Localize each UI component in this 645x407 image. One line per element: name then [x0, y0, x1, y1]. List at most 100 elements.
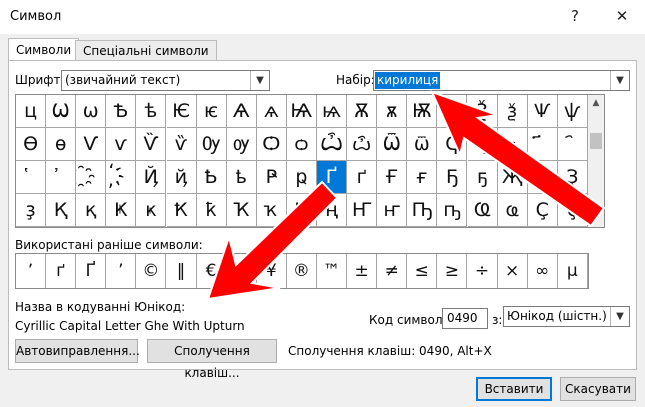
symbol-cell[interactable]: ѯ: [497, 95, 528, 128]
symbol-cell[interactable]: ѽ: [347, 128, 378, 161]
symbol-cell[interactable]: ѭ: [437, 95, 468, 128]
scroll-up-icon[interactable]: ▲: [588, 95, 604, 111]
symbol-cell[interactable]: ѵ: [106, 128, 137, 161]
symbol-cell[interactable]: ѧ: [256, 95, 287, 128]
shortcut-key-button[interactable]: Сполучення клавіш...: [147, 339, 277, 380]
tab-symbols[interactable]: Символи: [8, 38, 80, 62]
recent-symbol[interactable]: Ґ: [76, 254, 107, 288]
symbol-cell[interactable]: ҉: [106, 161, 137, 194]
symbol-cell[interactable]: ғ: [407, 161, 438, 194]
symbol-cell[interactable]: Ѣ: [106, 95, 137, 128]
symbol-cell[interactable]: Җ: [497, 161, 528, 194]
recent-symbol[interactable]: ±: [347, 254, 378, 288]
recent-symbol[interactable]: ’: [106, 254, 137, 288]
symbol-cell[interactable]: Ҁ: [437, 128, 468, 161]
symbol-cell[interactable]: ѣ: [136, 95, 167, 128]
insert-button[interactable]: Вставити: [476, 377, 552, 401]
recent-symbol[interactable]: ©: [136, 254, 167, 288]
symbol-cell[interactable]: ѩ: [317, 95, 348, 128]
subset-select[interactable]: кирилиця ▼: [373, 70, 630, 91]
symbol-cell[interactable]: Ѥ: [166, 95, 197, 128]
symbol-cell[interactable]: Ҫ: [527, 194, 558, 227]
chevron-down-icon[interactable]: ▼: [610, 307, 629, 326]
recent-symbol[interactable]: ÷: [468, 254, 498, 288]
symbol-cell[interactable]: Ѭ: [407, 95, 438, 128]
symbol-cell[interactable]: ҝ: [136, 194, 167, 227]
symbol-cell[interactable]: ҁ: [467, 128, 498, 161]
symbol-cell[interactable]: ҋ: [166, 161, 197, 194]
symbol-cell[interactable]: Ҍ: [196, 161, 227, 194]
symbol-cell[interactable]: Ҡ: [226, 194, 257, 227]
recent-symbol[interactable]: ™: [317, 254, 347, 288]
symbol-cell[interactable]: ҫ: [557, 194, 588, 227]
symbol-cell[interactable]: Ѵ: [76, 128, 107, 161]
symbol-cell[interactable]: ѹ: [226, 128, 257, 161]
symbol-cell[interactable]: Ҟ: [166, 194, 197, 227]
recent-symbol[interactable]: £: [227, 254, 257, 288]
recent-symbol[interactable]: ґ: [46, 254, 77, 288]
recent-symbol[interactable]: ʼ: [16, 254, 46, 288]
symbol-cell[interactable]: ҟ: [196, 194, 227, 227]
symbol-cell[interactable]: ҍ: [226, 161, 257, 194]
symbol-cell[interactable]: Ң: [286, 194, 317, 227]
symbol-grid[interactable]: цѠѡѢѣѤѥѦѧѨѩѪѫѬѭѮѯѰѱ ѲѳѴѵѶѷѸѹѺѻѼѽѾѿҀҁ҂҃҄҅҆…: [15, 94, 589, 228]
symbol-cell[interactable]: ҂: [497, 128, 528, 161]
help-button[interactable]: ?: [560, 4, 590, 28]
symbol-cell[interactable]: ґ: [347, 161, 378, 194]
recent-symbol[interactable]: ×: [498, 254, 528, 288]
recent-symbol[interactable]: ¥: [257, 254, 287, 288]
symbol-cell[interactable]: Ҩ: [467, 194, 498, 227]
autocorrect-button[interactable]: Автовиправлення...: [15, 339, 140, 363]
symbol-cell[interactable]: ѳ: [46, 128, 77, 161]
chevron-down-icon[interactable]: ▼: [610, 71, 629, 90]
symbol-cell[interactable]: Ҙ: [557, 161, 588, 194]
symbol-cell[interactable]: ҅: [16, 161, 47, 194]
symbol-cell[interactable]: Ѱ: [527, 95, 558, 128]
symbol-cell[interactable]: Қ: [46, 194, 77, 227]
grid-scrollbar[interactable]: ▲: [588, 94, 605, 228]
symbol-cell[interactable]: ҥ: [377, 194, 408, 227]
from-select[interactable]: Юнікод (шістн.) ▼: [503, 306, 630, 327]
close-button[interactable]: ✕: [607, 4, 637, 28]
symbol-cell[interactable]: ҕ: [467, 161, 498, 194]
symbol-cell[interactable]: ң: [317, 194, 348, 227]
symbol-cell[interactable]: ҄: [557, 128, 588, 161]
symbol-cell[interactable]: ҧ: [437, 194, 468, 227]
symbol-cell[interactable]: ҏ: [286, 161, 317, 194]
symbol-cell[interactable]: Ѿ: [377, 128, 408, 161]
symbol-cell[interactable]: ҆: [46, 161, 77, 194]
recent-symbols[interactable]: ʼ ґ Ґ’ © ‖ € £ ¥ ® ™ ± ≠ ≤ ≥ ÷ × ∞ µ: [15, 253, 589, 289]
recent-symbol[interactable]: ≤: [407, 254, 438, 288]
symbol-cell[interactable]: Ҧ: [407, 194, 438, 227]
symbol-cell[interactable]: ҩ: [497, 194, 528, 227]
symbol-cell[interactable]: ц: [16, 95, 47, 128]
symbol-cell[interactable]: Ѩ: [286, 95, 317, 128]
symbol-cell[interactable]: Ѽ: [317, 128, 348, 161]
tab-special-characters[interactable]: Спеціальні символи: [75, 40, 217, 61]
symbol-cell[interactable]: Ҋ: [136, 161, 167, 194]
symbol-cell[interactable]: ѻ: [286, 128, 317, 161]
symbol-cell[interactable]: ҃: [527, 128, 558, 161]
symbol-cell[interactable]: Ѡ: [46, 95, 77, 128]
symbol-cell[interactable]: ѫ: [377, 95, 408, 128]
symbol-cell[interactable]: Ґ: [317, 161, 348, 194]
recent-symbol[interactable]: µ: [558, 254, 588, 288]
symbol-cell[interactable]: Ғ: [377, 161, 408, 194]
symbol-cell[interactable]: Ѹ: [196, 128, 227, 161]
symbol-cell[interactable]: ѷ: [166, 128, 197, 161]
recent-symbol[interactable]: ®: [287, 254, 317, 288]
symbol-cell[interactable]: Ѫ: [347, 95, 378, 128]
symbol-cell[interactable]: Ҕ: [437, 161, 468, 194]
font-select[interactable]: (звичайний текст) ▼: [61, 70, 270, 91]
recent-symbol[interactable]: ≥: [437, 254, 468, 288]
symbol-cell[interactable]: ҡ: [256, 194, 287, 227]
recent-symbol[interactable]: €: [197, 254, 227, 288]
symbol-cell[interactable]: Ѷ: [136, 128, 167, 161]
symbol-cell[interactable]: Ѧ: [226, 95, 257, 128]
symbol-cell[interactable]: ѡ: [76, 95, 107, 128]
symbol-cell[interactable]: Ѯ: [467, 95, 498, 128]
symbol-cell[interactable]: қ: [76, 194, 107, 227]
recent-symbol[interactable]: ≠: [377, 254, 408, 288]
symbol-cell[interactable]: ҙ: [16, 194, 47, 227]
symbol-cell[interactable]: Ѳ: [16, 128, 47, 161]
